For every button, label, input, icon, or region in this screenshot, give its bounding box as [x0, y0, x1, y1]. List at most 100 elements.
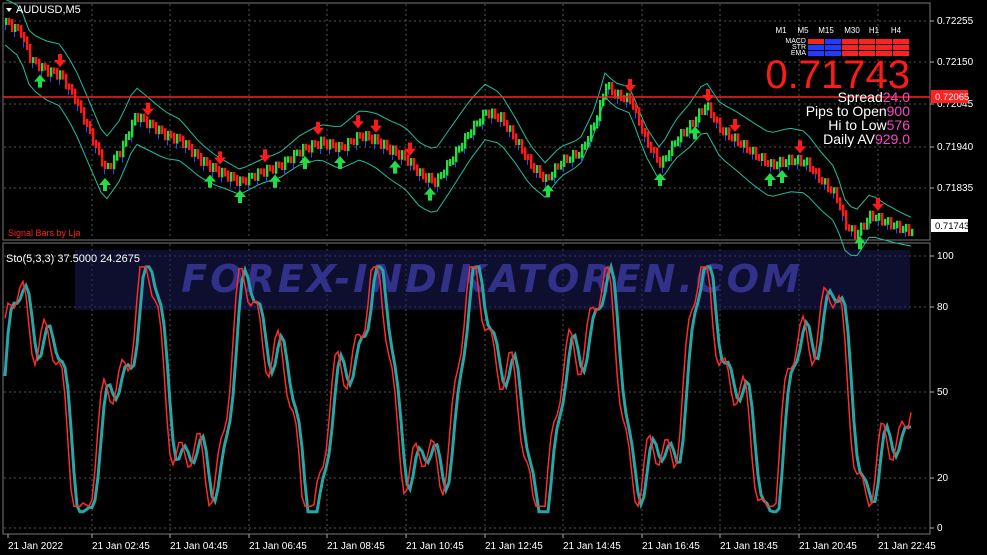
price-label: 0.71835 — [937, 183, 974, 194]
bull-bar — [437, 173, 440, 187]
bear-bar — [659, 156, 662, 168]
bull-bar — [698, 108, 701, 123]
signal-bars-label: Signal Bars by Lja — [8, 228, 81, 238]
bar-wick — [77, 106, 78, 112]
bar-wick — [680, 142, 681, 148]
bear-bar — [35, 57, 38, 65]
bar-wick — [644, 137, 645, 143]
bull-bar — [554, 163, 557, 178]
bull-bar — [257, 168, 260, 181]
bear-bar — [521, 139, 524, 154]
bear-bar — [425, 173, 428, 183]
bull-bar — [338, 141, 341, 153]
bull-bar — [140, 113, 143, 123]
bull-bar — [383, 139, 386, 149]
bull-bar — [473, 120, 476, 136]
bar-wick — [617, 98, 618, 104]
bull-bar — [599, 100, 602, 122]
bar-wick — [311, 152, 312, 158]
bar-wick — [716, 123, 717, 129]
bar-wick — [329, 149, 330, 155]
tf-cell — [876, 45, 892, 50]
bull-bar — [674, 140, 677, 147]
bull-bar — [788, 154, 791, 166]
bull-bar — [824, 178, 827, 185]
bull-bar — [302, 143, 305, 157]
bar-wick — [347, 151, 348, 157]
bear-bar — [431, 173, 434, 184]
bull-bar — [662, 155, 665, 168]
bar-wick — [788, 165, 789, 171]
bear-bar — [641, 119, 644, 134]
bar-wick — [14, 32, 15, 37]
bull-bar — [116, 150, 119, 161]
stoch-level-label: 20 — [937, 473, 949, 484]
bar-wick — [554, 177, 555, 183]
bear-bar — [719, 117, 722, 134]
bar-wick — [779, 167, 780, 173]
bear-bar — [182, 135, 185, 148]
bear-bar — [575, 150, 578, 159]
tf-cell — [842, 45, 858, 50]
bar-wick — [752, 154, 753, 160]
bear-bar — [137, 113, 140, 123]
bull-bar — [833, 187, 836, 194]
bar-wick — [428, 182, 429, 188]
bear-bar — [104, 160, 107, 170]
time-label: 21 Jan 22:45 — [878, 541, 936, 552]
bull-bar — [665, 155, 668, 162]
bar-wick — [293, 163, 294, 169]
bear-bar — [644, 127, 647, 138]
bull-bar — [551, 171, 554, 181]
bear-bar — [413, 158, 416, 171]
bar-wick — [536, 173, 537, 178]
bear-bar — [512, 125, 515, 140]
bear-bar — [854, 225, 857, 240]
bull-bar — [185, 140, 188, 148]
bear-bar — [20, 25, 23, 38]
bull-bar — [896, 220, 899, 229]
bear-bar — [830, 186, 833, 194]
bear-bar — [656, 147, 659, 163]
bear-bar — [842, 204, 845, 217]
bear-bar — [179, 133, 182, 142]
bull-bar — [686, 127, 689, 137]
time-label: 21 Jan 02:45 — [92, 541, 150, 552]
bear-bar — [728, 127, 731, 141]
bear-bar — [17, 23, 20, 32]
bear-bar — [368, 131, 371, 141]
bear-bar — [746, 140, 749, 154]
bull-bar — [365, 131, 368, 142]
bar-wick — [185, 148, 186, 153]
bar-wick — [221, 177, 222, 183]
bear-bar — [758, 154, 761, 161]
bear-bar — [68, 83, 71, 90]
bull-bar — [251, 172, 254, 179]
bear-bar — [245, 177, 248, 186]
bull-bar — [374, 134, 377, 145]
bull-bar — [776, 161, 779, 170]
bull-bar — [476, 120, 479, 127]
bull-bar — [569, 156, 572, 164]
bear-bar — [398, 149, 401, 160]
bear-bar — [782, 156, 785, 167]
bear-bar — [809, 157, 812, 172]
bear-bar — [23, 32, 26, 43]
bull-bar — [797, 155, 800, 165]
bull-bar — [545, 174, 548, 182]
bar-wick — [194, 157, 195, 162]
tf-cell — [808, 39, 824, 44]
bull-bar — [212, 163, 215, 172]
bear-bar — [737, 133, 740, 147]
bear-bar — [845, 210, 848, 231]
bull-bar — [149, 119, 152, 129]
bar-wick — [158, 134, 159, 140]
time-label: 21 Jan 20:45 — [799, 541, 857, 552]
bear-bar — [533, 162, 536, 174]
bar-wick — [95, 148, 96, 154]
bull-bar — [911, 228, 914, 237]
bear-bar — [611, 82, 614, 96]
bear-bar — [404, 150, 407, 161]
bear-bar — [260, 168, 263, 175]
bull-bar — [248, 172, 251, 186]
